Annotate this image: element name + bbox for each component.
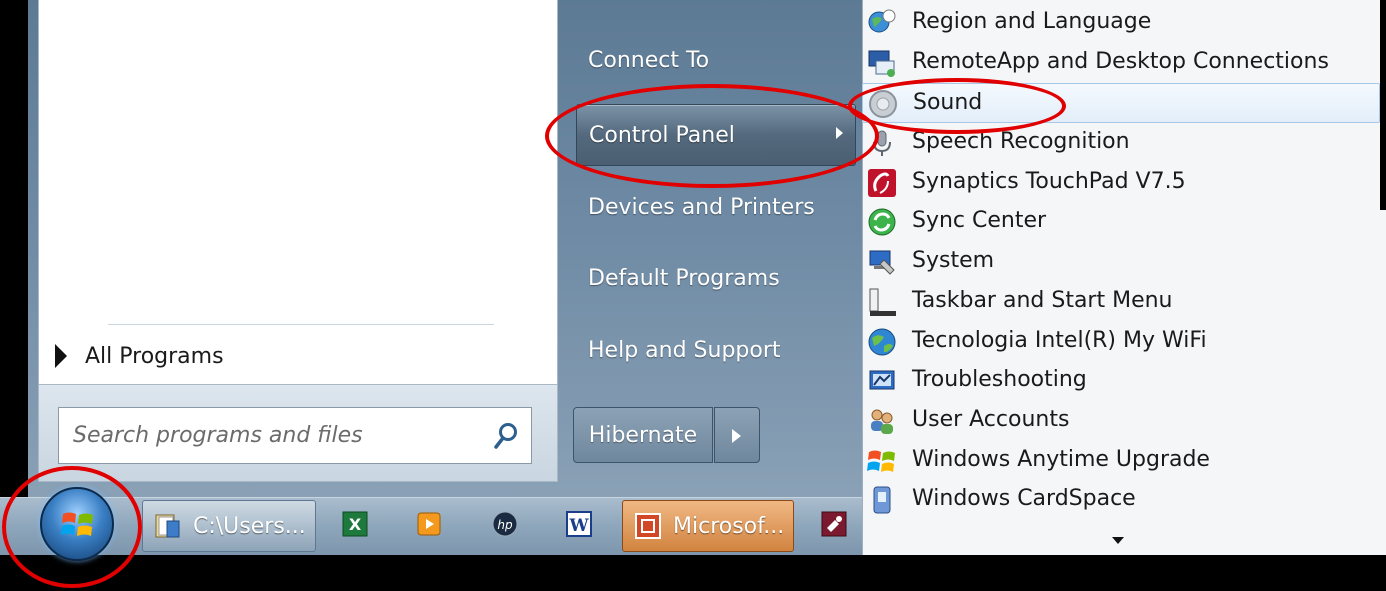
media-player-icon[interactable] [415,510,443,538]
submenu-item-synaptics[interactable]: Synaptics TouchPad V7.5 [862,163,1380,203]
submenu-item-region-and-language[interactable]: Region and Language [862,3,1380,43]
devices-and-printers-item[interactable]: Devices and Printers [576,176,856,238]
excel-icon[interactable]: X [341,510,369,538]
submenu-label: Troubleshooting [912,367,1087,392]
synaptics-icon [868,169,896,197]
speaker-icon [869,90,897,118]
screen-edge-bottom [0,555,1386,591]
search-icon[interactable] [493,422,519,450]
shutdown-options-button[interactable] [714,407,760,463]
default-programs-label: Default Programs [588,265,780,291]
users-icon [871,409,893,434]
submenu-label: Region and Language [912,9,1152,34]
connect-to-item[interactable]: Connect To [576,29,856,91]
taskbar-powerpoint-button[interactable]: Microsof... [622,500,794,552]
help-and-support-label: Help and Support [588,337,781,363]
submenu-label: Sync Center [912,208,1047,233]
cardspace-icon [873,486,891,514]
start-button[interactable] [40,487,114,561]
word-icon[interactable]: W [565,510,593,538]
submenu-item-system[interactable]: System [862,242,1380,282]
hp-icon[interactable]: hp [491,510,519,538]
submenu-item-windows-anytime-upgrade[interactable]: Windows Anytime Upgrade [862,441,1380,481]
submenu-scroll-down-arrow[interactable] [1112,537,1124,544]
windows-flag-icon [867,450,895,472]
control-panel-label: Control Panel [589,122,735,148]
help-and-support-item[interactable]: Help and Support [576,319,856,381]
default-programs-item[interactable]: Default Programs [576,247,856,309]
access-icon[interactable] [820,510,848,538]
submenu-label: System [912,248,995,273]
submenu-label: Synaptics TouchPad V7.5 [912,169,1186,194]
triangle-right-icon [55,344,67,368]
taskbar-icon [869,288,896,316]
remote-desktop-icon [868,50,895,77]
submenu-label: Tecnologia Intel(R) My WiFi [912,328,1207,353]
submenu-label: Taskbar and Start Menu [912,288,1173,313]
microphone-icon [873,130,891,156]
submenu-item-taskbar-start-menu[interactable]: Taskbar and Start Menu [862,282,1380,322]
connect-to-label: Connect To [588,47,710,73]
all-programs-label: All Programs [85,343,224,369]
taskbar-explorer-button[interactable]: C:\Users... [142,500,316,552]
submenu-label: Sound [913,90,983,115]
triangle-right-icon [732,429,741,443]
svg-text:X: X [349,515,362,534]
sync-icon [868,208,896,236]
programs-pane [38,0,558,385]
programs-separator [108,324,494,325]
hibernate-button[interactable]: Hibernate [573,407,713,463]
submenu-item-intel-wifi[interactable]: Tecnologia Intel(R) My WiFi [862,322,1380,362]
folder-icon [155,514,180,538]
submenu-arrow-icon [836,127,843,139]
search-input[interactable] [73,423,473,448]
search-box[interactable] [58,407,532,464]
submenu-item-sound[interactable]: Sound [862,83,1380,123]
control-panel-item[interactable]: Control Panel [576,104,856,166]
submenu-label: RemoteApp and Desktop Connections [912,49,1329,74]
hibernate-label: Hibernate [588,422,698,448]
all-programs-button[interactable]: All Programs [55,336,355,376]
submenu-item-sync-center[interactable]: Sync Center [862,202,1380,242]
powerpoint-icon [635,513,661,539]
svg-text:W: W [568,516,589,536]
computer-icon [869,250,895,275]
globe-clock-icon [868,9,896,33]
screen-edge [0,0,28,500]
submenu-item-troubleshooting[interactable]: Troubleshooting [862,361,1380,401]
submenu-item-windows-cardspace[interactable]: Windows CardSpace [862,480,1380,520]
wifi-globe-icon [868,328,896,356]
submenu-label: Speech Recognition [912,129,1130,154]
submenu-label: Windows CardSpace [912,486,1136,511]
submenu-item-speech-recognition[interactable]: Speech Recognition [862,123,1380,163]
taskbar-powerpoint-label: Microsof... [673,513,785,539]
svg-text:hp: hp [497,518,513,532]
submenu-label: User Accounts [912,407,1070,432]
devices-and-printers-label: Devices and Printers [588,194,815,220]
troubleshoot-icon [869,370,895,390]
submenu-item-remoteapp[interactable]: RemoteApp and Desktop Connections [862,43,1380,83]
windows-flag-icon [61,512,93,536]
taskbar-explorer-label: C:\Users... [193,513,306,539]
submenu-label: Windows Anytime Upgrade [912,447,1210,472]
submenu-item-user-accounts[interactable]: User Accounts [862,401,1380,441]
